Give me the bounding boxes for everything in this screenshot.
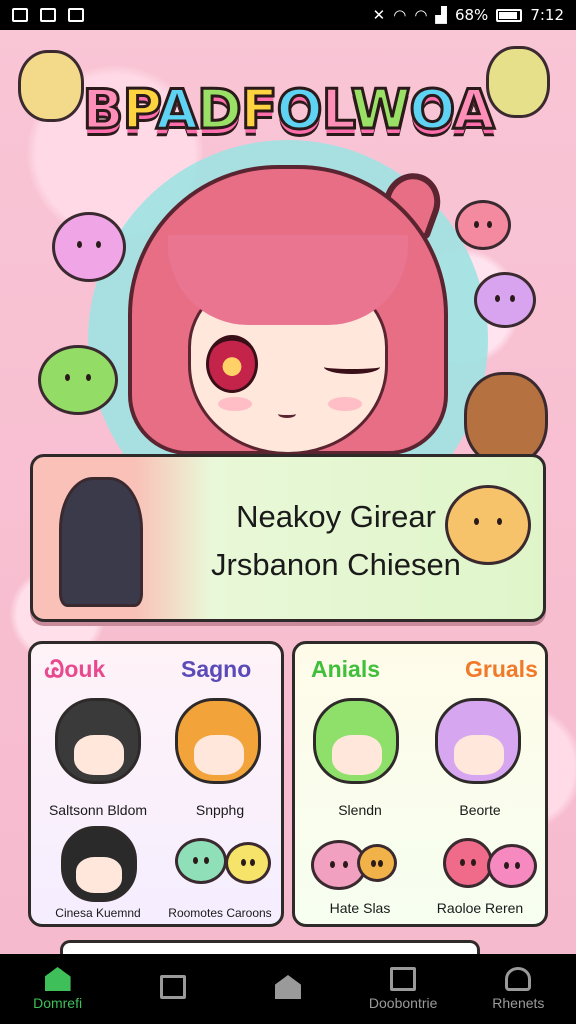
title-letter: D [195,77,243,143]
banner-subtitle: Jrsbanon Chiesen [211,547,461,582]
category-panel-left: Ꮚouk Sagno Saltsonn Bldom Snpphg Cinesa … [28,641,284,927]
wifi-icon: ◠ [414,6,428,24]
nav-item-documents[interactable]: Doobontrie [348,954,458,1024]
title-letter: P [121,77,159,143]
critter-tile[interactable] [357,844,397,882]
bear-character [464,372,548,466]
featured-banner[interactable]: Neakoy Girear Jrsbanon Chiesen [30,454,546,622]
wifi-icon: ◠ [393,6,407,24]
nav-label: Doobontrie [368,995,438,1011]
battery-icon [496,8,523,22]
nav-label: Rhenets [492,995,545,1011]
character-face [74,735,124,775]
red-critter [455,200,511,250]
bottom-nav: Domrefi Doobontrie Rhenets [0,954,576,1024]
nav-item-house[interactable] [233,954,343,1024]
character-face [194,735,244,775]
notification-icon [12,8,28,22]
square-icon [159,975,186,999]
character-label: Roomotes Caroons [168,906,272,920]
hero-mouth [278,410,296,418]
category-tab-left[interactable]: Ꮚouk [45,656,105,683]
house-outline-icon [274,975,301,999]
pink-critter [52,212,126,282]
category-panel-right: Anials Gruals Slendn Beorte Hate Slas Ra… [292,641,548,927]
hero-eye-open [206,335,258,393]
purple-critter [474,272,536,328]
character-tile[interactable] [61,826,137,902]
title-letter: A [155,77,200,143]
hero-character[interactable] [128,165,449,455]
category-tab-left[interactable]: Anials [311,656,380,683]
character-tile[interactable] [175,698,261,784]
critter-tile[interactable] [225,842,271,884]
status-bar: ✕ ◠ ◠ ▟ 68% 7:12 [0,0,576,30]
character-label: Hate Slas [329,900,391,916]
character-label: Snpphg [195,802,245,818]
clock: 7:12 [530,6,564,24]
game-title: BPADFOLWOA [0,77,576,143]
nav-item-square[interactable] [118,954,228,1024]
home-icon [44,967,71,991]
banner-character [59,477,143,607]
character-label: Saltsonn Bldom [48,802,148,818]
banner-title: Neakoy Girear [236,499,436,534]
mute-icon: ✕ [372,6,386,24]
title-letter: L [320,77,353,143]
category-tab-right[interactable]: Sagno [181,656,251,683]
green-critter [38,345,118,415]
title-letter: A [451,77,496,143]
character-face [76,857,122,893]
character-face [454,735,504,775]
category-tab-right[interactable]: Gruals [465,656,538,683]
image-icon [68,8,84,22]
status-right: ✕ ◠ ◠ ▟ 68% 7:12 [373,6,564,24]
critter-tile[interactable] [175,838,227,884]
notification-icon [40,8,56,22]
hero-blush [328,397,362,411]
title-letter: W [349,77,412,143]
nav-label: Domrefi [33,995,83,1011]
next-section-peek [60,940,480,954]
signal-icon: ▟ [435,6,447,24]
character-tile[interactable] [435,698,521,784]
critter-tile[interactable] [443,838,493,888]
title-letter: O [275,77,324,143]
hero-eye-wink [324,360,380,374]
character-label: Raoloe Reren [436,900,524,916]
critter-tile[interactable] [487,844,537,888]
character-face [332,735,382,775]
title-letter: B [81,77,125,143]
battery-percent: 68% [454,6,489,24]
document-icon [390,967,417,991]
character-label: Beorte [459,802,501,818]
hero-blush [218,397,252,411]
nav-item-home[interactable]: Domrefi [3,954,113,1024]
nav-item-profile[interactable]: Rhenets [463,954,573,1024]
character-tile[interactable] [55,698,141,784]
hero-bangs [168,235,408,325]
title-letter: F [239,77,279,143]
title-letter: O [408,77,456,143]
person-icon [505,967,532,991]
status-left [12,8,84,22]
character-tile[interactable] [313,698,399,784]
character-label: Cinesa Kuemnd [55,906,141,920]
character-label: Slendn [338,802,382,818]
